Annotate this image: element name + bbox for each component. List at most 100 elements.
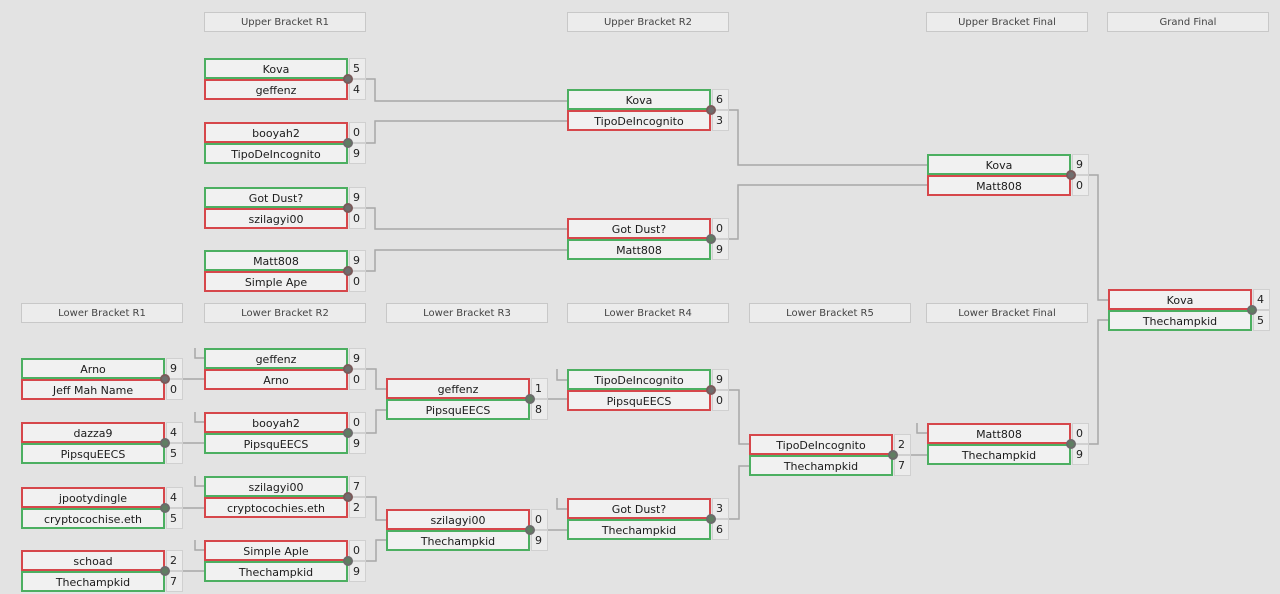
match-lb1m2[interactable]: dazza9 4 PipsquEECS 5 — [21, 422, 183, 464]
match-lb4m1[interactable]: TipoDeIncognito 9 PipsquEECS 0 — [567, 369, 729, 411]
player-slot-winner[interactable]: PipsquEECS — [21, 443, 165, 464]
match-lb2m2[interactable]: booyah2 0 PipsquEECS 9 — [204, 412, 366, 454]
player-slot-loser[interactable]: geffenz — [386, 378, 530, 399]
match-lbf[interactable]: Matt808 0 Thechampkid 9 — [927, 423, 1089, 465]
match-info-icon[interactable] — [706, 234, 716, 244]
connector-line — [350, 120, 567, 144]
player-slot-winner[interactable]: szilagyi00 — [204, 476, 348, 497]
match-info-icon[interactable] — [1066, 439, 1076, 449]
player-slot-winner[interactable]: Matt808 — [567, 239, 711, 260]
player-slot-winner[interactable]: Thechampkid — [386, 530, 530, 551]
player-slot-loser[interactable]: booyah2 — [204, 122, 348, 143]
match-lb2m1[interactable]: geffenz 9 Arno 0 — [204, 348, 366, 390]
player-slot-loser[interactable]: TipoDeIncognito — [567, 110, 711, 131]
match-ub2m2[interactable]: Got Dust? 0 Matt808 9 — [567, 218, 729, 260]
player-slot-winner[interactable]: geffenz — [204, 348, 348, 369]
player-slot-loser[interactable]: Simple Aple — [204, 540, 348, 561]
match-lb1m3[interactable]: jpootydingle 4 cryptocochise.eth 5 — [21, 487, 183, 529]
player-slot-loser[interactable]: Got Dust? — [567, 218, 711, 239]
connector-line — [194, 540, 204, 551]
player-slot-winner[interactable]: Matt808 — [204, 250, 348, 271]
round-header-ub-final: Upper Bracket Final — [926, 12, 1088, 32]
match-info-icon[interactable] — [343, 492, 353, 502]
player-slot-loser[interactable]: cryptocochies.eth — [204, 497, 348, 518]
player-slot-loser[interactable]: PipsquEECS — [567, 390, 711, 411]
player-slot-winner[interactable]: Kova — [927, 154, 1071, 175]
round-header-ub-r1: Upper Bracket R1 — [204, 12, 366, 32]
match-lb2m4[interactable]: Simple Aple 0 Thechampkid 9 — [204, 540, 366, 582]
match-lb1m4[interactable]: schoad 2 Thechampkid 7 — [21, 550, 183, 592]
player-slot-winner[interactable]: TipoDeIncognito — [204, 143, 348, 164]
player-slot-loser[interactable]: szilagyi00 — [386, 509, 530, 530]
match-info-icon[interactable] — [1066, 170, 1076, 180]
match-info-icon[interactable] — [343, 364, 353, 374]
player-slot-loser[interactable]: dazza9 — [21, 422, 165, 443]
player-slot-winner[interactable]: Got Dust? — [204, 187, 348, 208]
player-slot-winner[interactable]: PipsquEECS — [386, 399, 530, 420]
player-slot-winner[interactable]: Arno — [21, 358, 165, 379]
round-header-grand-final: Grand Final — [1107, 12, 1269, 32]
match-lb3m1[interactable]: geffenz 1 PipsquEECS 8 — [386, 378, 548, 420]
match-lb5m1[interactable]: TipoDeIncognito 2 Thechampkid 7 — [749, 434, 911, 476]
match-info-icon[interactable] — [160, 438, 170, 448]
match-ub1m4[interactable]: Matt808 9 Simple Ape 0 — [204, 250, 366, 292]
match-info-icon[interactable] — [160, 503, 170, 513]
player-slot-winner[interactable]: PipsquEECS — [204, 433, 348, 454]
match-lb1m1[interactable]: Arno 9 Jeff Mah Name 0 — [21, 358, 183, 400]
player-slot-winner[interactable]: Thechampkid — [21, 571, 165, 592]
match-info-icon[interactable] — [525, 525, 535, 535]
player-slot-winner[interactable]: Thechampkid — [1108, 310, 1252, 331]
match-info-icon[interactable] — [343, 203, 353, 213]
player-slot-winner[interactable]: cryptocochise.eth — [21, 508, 165, 529]
match-ub1m3[interactable]: Got Dust? 9 szilagyi00 0 — [204, 187, 366, 229]
player-slot-loser[interactable]: Got Dust? — [567, 498, 711, 519]
player-slot-winner[interactable]: Thechampkid — [567, 519, 711, 540]
match-ubf[interactable]: Kova 9 Matt808 0 — [927, 154, 1089, 196]
match-lb4m2[interactable]: Got Dust? 3 Thechampkid 6 — [567, 498, 729, 540]
player-slot-loser[interactable]: Matt808 — [927, 423, 1071, 444]
player-slot-loser[interactable]: szilagyi00 — [204, 208, 348, 229]
player-slot-loser[interactable]: schoad — [21, 550, 165, 571]
match-lb3m2[interactable]: szilagyi00 0 Thechampkid 9 — [386, 509, 548, 551]
match-info-icon[interactable] — [343, 556, 353, 566]
match-info-icon[interactable] — [706, 105, 716, 115]
player-slot-winner[interactable]: Thechampkid — [204, 561, 348, 582]
player-slot-loser[interactable]: booyah2 — [204, 412, 348, 433]
player-slot-winner[interactable]: Thechampkid — [927, 444, 1071, 465]
match-info-icon[interactable] — [160, 374, 170, 384]
player-slot-loser[interactable]: Matt808 — [927, 175, 1071, 196]
player-slot-loser[interactable]: Jeff Mah Name — [21, 379, 165, 400]
match-info-icon[interactable] — [1247, 305, 1257, 315]
player-slot-winner[interactable]: Kova — [567, 89, 711, 110]
match-info-icon[interactable] — [343, 138, 353, 148]
match-ub2m1[interactable]: Kova 6 TipoDeIncognito 3 — [567, 89, 729, 131]
round-header-lb-r2: Lower Bracket R2 — [204, 303, 366, 323]
match-lb2m3[interactable]: szilagyi00 7 cryptocochies.eth 2 — [204, 476, 366, 518]
player-slot-winner[interactable]: Kova — [204, 58, 348, 79]
match-info-icon[interactable] — [160, 566, 170, 576]
connector-line — [556, 498, 567, 510]
match-ub1m2[interactable]: booyah2 0 TipoDeIncognito 9 — [204, 122, 366, 164]
match-info-icon[interactable] — [525, 394, 535, 404]
connector-line — [556, 369, 567, 381]
connector-line — [350, 249, 567, 272]
player-slot-loser[interactable]: jpootydingle — [21, 487, 165, 508]
match-ub1m1[interactable]: Kova 5 geffenz 4 — [204, 58, 366, 100]
player-slot-winner[interactable]: TipoDeIncognito — [567, 369, 711, 390]
player-slot-loser[interactable]: geffenz — [204, 79, 348, 100]
match-gf[interactable]: Kova 4 Thechampkid 5 — [1108, 289, 1270, 331]
match-info-icon[interactable] — [343, 266, 353, 276]
round-header-ub-r2: Upper Bracket R2 — [567, 12, 729, 32]
player-slot-loser[interactable]: TipoDeIncognito — [749, 434, 893, 455]
player-slot-loser[interactable]: Simple Ape — [204, 271, 348, 292]
player-slot-loser[interactable]: Arno — [204, 369, 348, 390]
connector-line — [350, 78, 567, 102]
match-info-icon[interactable] — [706, 385, 716, 395]
match-info-icon[interactable] — [343, 428, 353, 438]
match-info-icon[interactable] — [706, 514, 716, 524]
connector-line — [916, 423, 927, 434]
player-slot-loser[interactable]: Kova — [1108, 289, 1252, 310]
match-info-icon[interactable] — [888, 450, 898, 460]
match-info-icon[interactable] — [343, 74, 353, 84]
player-slot-winner[interactable]: Thechampkid — [749, 455, 893, 476]
